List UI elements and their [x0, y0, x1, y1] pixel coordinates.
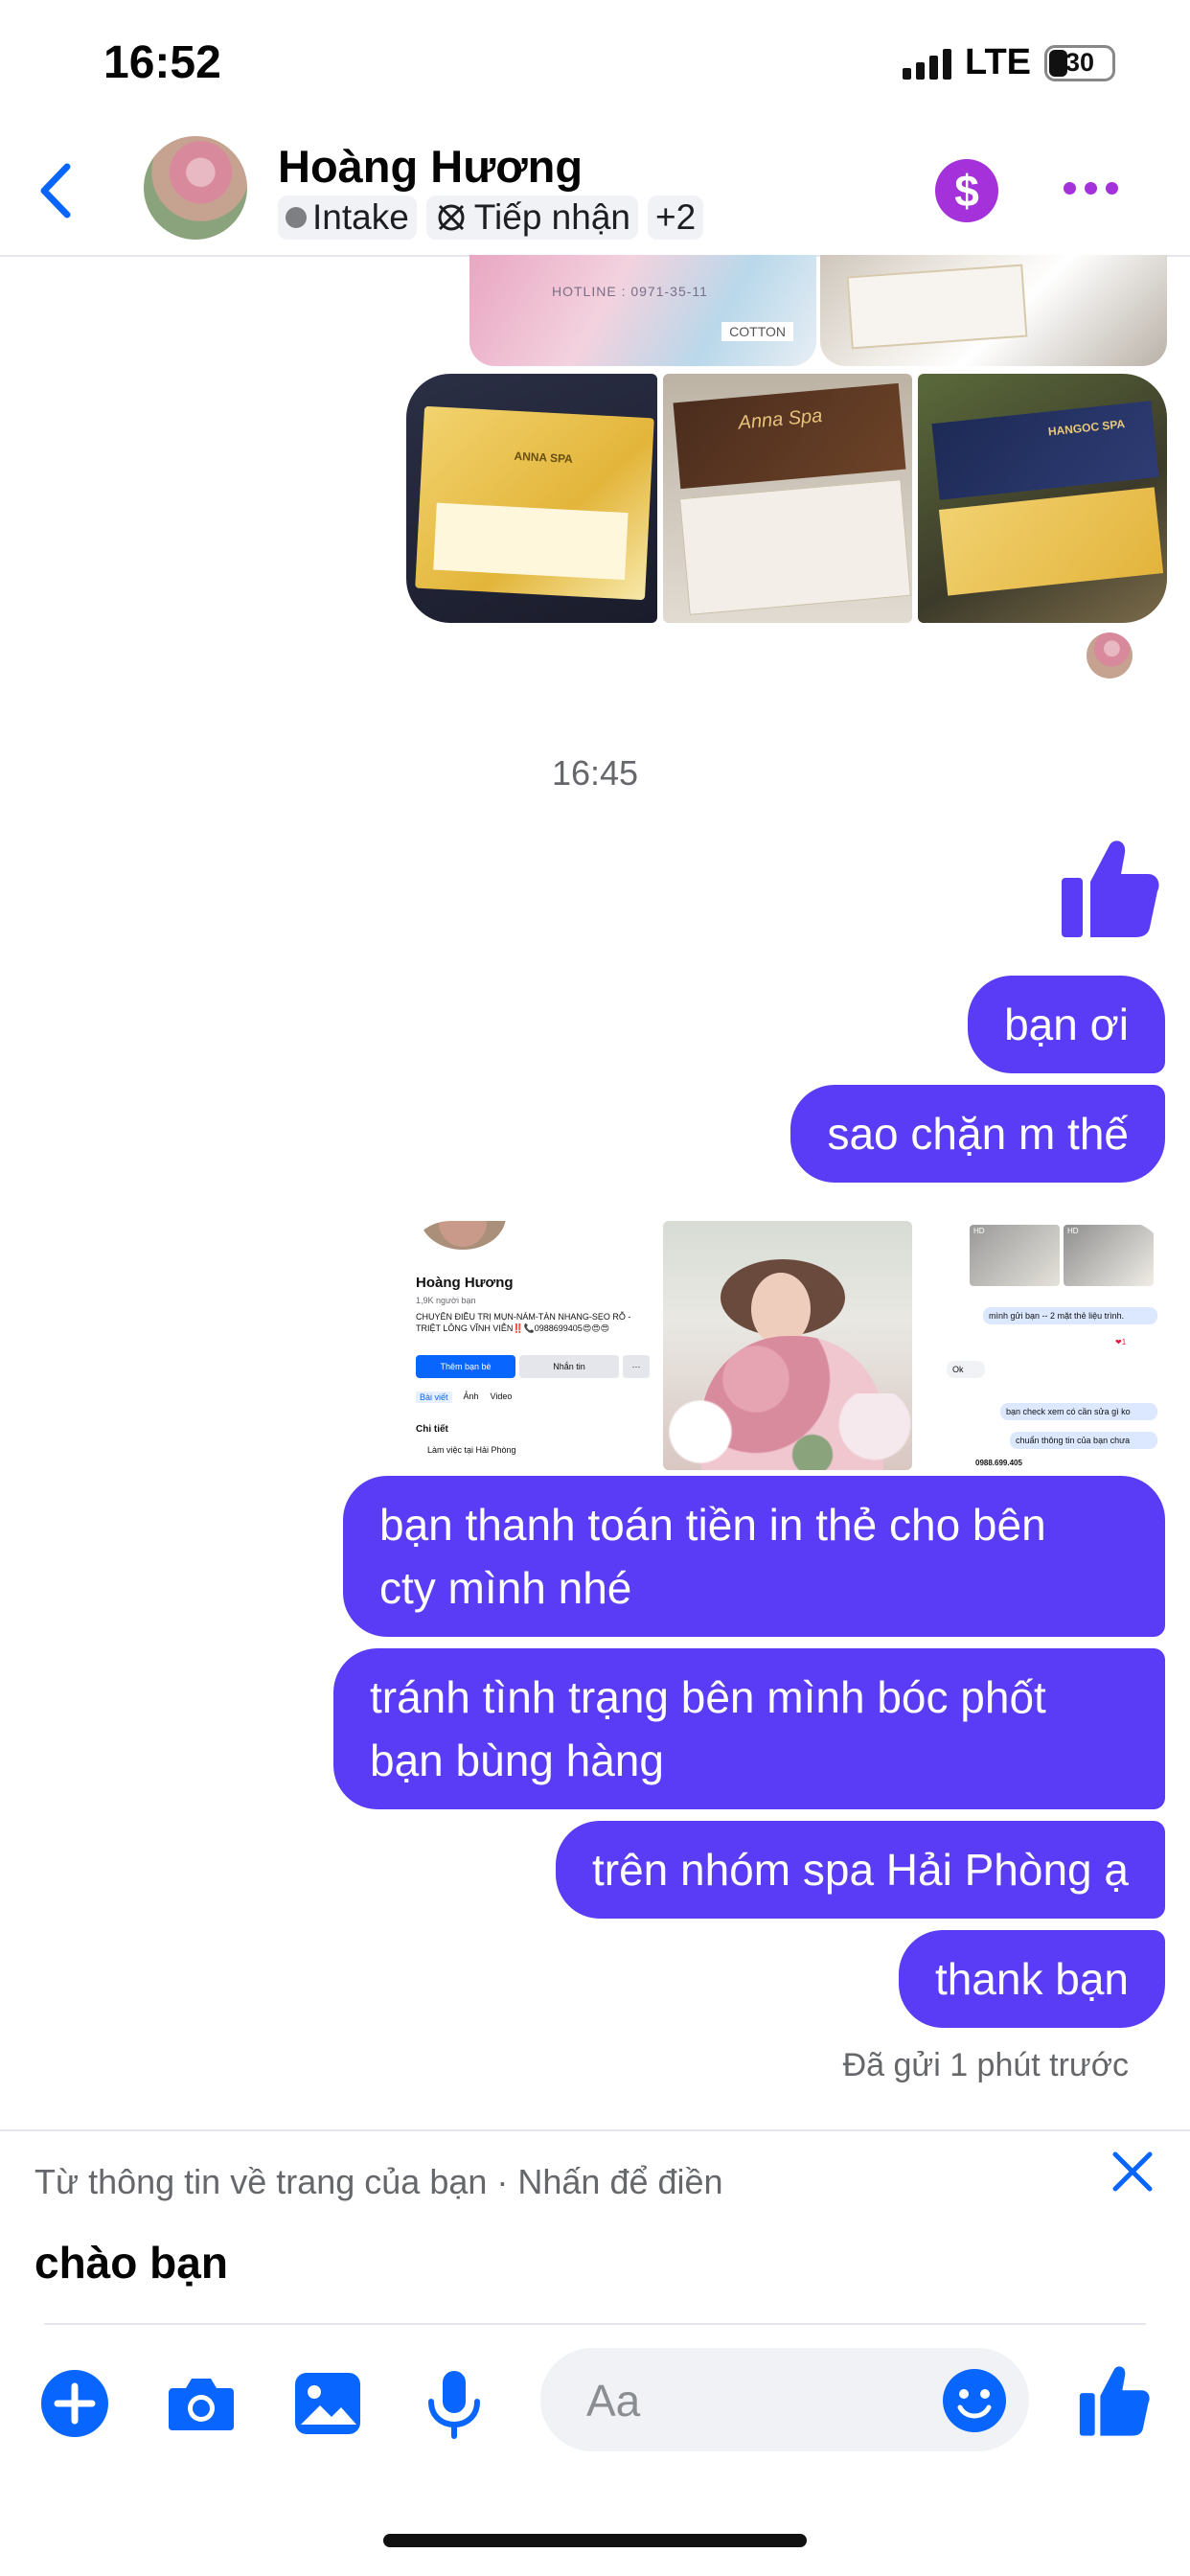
- card-shape: ANNA SPA: [415, 405, 654, 601]
- microphone-icon[interactable]: [418, 2367, 491, 2440]
- profile-tabs: Bài viết Ảnh Video: [416, 1392, 512, 1403]
- status-time: 16:52: [103, 37, 221, 88]
- chat-bubble-out: bạn check xem có cần sửa gì ko: [1000, 1403, 1157, 1420]
- profile-screenshot-photo[interactable]: Hoàng Hương 1,9K người bạn CHUYÊN ĐIỀU T…: [406, 1221, 657, 1470]
- plus-icon[interactable]: [38, 2367, 111, 2440]
- profile-name: Hoàng Hương: [416, 1275, 514, 1291]
- message-bubble[interactable]: bạn ơi: [968, 976, 1165, 1073]
- home-indicator: [383, 2534, 807, 2547]
- contact-name[interactable]: Hoàng Hương: [278, 140, 583, 193]
- photo-caption: Anna Spa: [737, 404, 824, 434]
- tag-label: Tiếp nhận: [473, 197, 630, 237]
- card-shape: Anna Spa: [673, 382, 906, 490]
- card-shape: HANGOC SPA: [931, 401, 1159, 500]
- message-bubble[interactable]: trên nhóm spa Hải Phòng ạ: [555, 1821, 1165, 1919]
- signal-icon: [903, 47, 952, 80]
- tag-intake[interactable]: Intake: [278, 196, 417, 240]
- more-button: ···: [623, 1355, 650, 1378]
- profile-tab: Ảnh: [463, 1392, 479, 1401]
- shared-photo[interactable]: HOTLINE : 0971-35-11 COTTON: [469, 255, 816, 366]
- add-friend-button: Thêm bạn bè: [416, 1355, 515, 1378]
- battery-level: 30: [1064, 48, 1095, 77]
- button-label: Nhắn tin: [553, 1362, 585, 1371]
- chat-text: bạn check xem có cần sửa gì ko: [1006, 1407, 1131, 1416]
- profile-bio: CHUYÊN ĐIỀU TRỊ MỤN-NÁM-TÀN NHANG-SẸO RỖ…: [416, 1312, 631, 1333]
- thumbs-up-icon[interactable]: [1058, 836, 1159, 941]
- shared-photo[interactable]: HANGOC SPA: [918, 374, 1167, 623]
- preview-card: HD: [970, 1225, 1060, 1286]
- suggested-reply[interactable]: chào bạn: [34, 2237, 228, 2288]
- close-icon[interactable]: [1106, 2145, 1159, 2198]
- contact-avatar[interactable]: [144, 136, 247, 240]
- photo-caption: ANNA SPA: [514, 448, 574, 467]
- card-shape: [846, 264, 1028, 350]
- emoji-icon[interactable]: [941, 2367, 1008, 2434]
- shared-photo[interactable]: Anna Spa: [663, 374, 912, 623]
- chat-phone: 0988.699.405: [975, 1459, 1022, 1467]
- profile-work: Làm việc tại Hải Phòng: [427, 1445, 516, 1455]
- profile-tab: Bài viết: [416, 1392, 452, 1403]
- profile-portrait-photo[interactable]: [663, 1221, 912, 1470]
- chat-bubble-out: chuẩn thông tin của bạn chưa: [1010, 1432, 1157, 1449]
- sent-status: Đã gửi 1 phút trước: [842, 2047, 1129, 2083]
- chat-bubble-out: mình gửi bạn -- 2 mặt thẻ liệu trình.: [983, 1307, 1157, 1324]
- tag-tiep-nhan[interactable]: Tiếp nhận: [425, 196, 638, 240]
- thumbs-up-icon[interactable]: [1077, 2361, 1150, 2440]
- shared-photo[interactable]: ANNA SPA: [406, 374, 657, 623]
- message-input-placeholder: Aa: [586, 2376, 641, 2426]
- chat-text: mình gửi bạn -- 2 mặt thẻ liệu trình.: [989, 1311, 1125, 1321]
- reaction: ❤1: [1115, 1338, 1127, 1346]
- profile-friends: 1,9K người bạn: [416, 1296, 476, 1305]
- contact-tags: Intake Tiếp nhận +2: [278, 196, 704, 240]
- card-table: [938, 487, 1164, 596]
- message-bubble[interactable]: thank bạn: [898, 1930, 1165, 2028]
- profile-avatar: [420, 1221, 506, 1250]
- back-chevron-icon[interactable]: [29, 157, 86, 224]
- payment-dollar-button[interactable]: $: [935, 159, 998, 222]
- portrait-face: [751, 1273, 811, 1346]
- gallery-icon[interactable]: [291, 2367, 364, 2440]
- photo-caption: HANGOC SPA: [1047, 417, 1126, 439]
- tag-label: Intake: [312, 197, 409, 237]
- suggestion-panel: [0, 2129, 1190, 2329]
- chat-text: chuẩn thông tin của bạn chưa: [1016, 1436, 1131, 1445]
- message-bubble[interactable]: tránh tình trạng bên mình bóc phốt bạn b…: [333, 1648, 1165, 1809]
- profile-tab: Video: [490, 1392, 513, 1401]
- message-bubble[interactable]: sao chặn m thế: [790, 1085, 1165, 1183]
- divider: [44, 2323, 1146, 2325]
- profile-details-title: Chi tiết: [416, 1424, 448, 1435]
- battery-icon: 30: [1044, 44, 1115, 81]
- photo-caption: COTTON: [721, 322, 793, 341]
- card-table: [433, 502, 629, 581]
- shared-photo[interactable]: [820, 255, 1167, 366]
- preview-card: HD: [1064, 1225, 1154, 1286]
- more-options-icon[interactable]: [1064, 182, 1118, 195]
- message-bubble[interactable]: bạn thanh toán tiền in thẻ cho bên cty m…: [343, 1476, 1165, 1637]
- network-label: LTE: [965, 42, 1031, 82]
- status-indicators: LTE 30: [903, 42, 1115, 83]
- seen-avatar: [1087, 632, 1133, 678]
- tag-icon: [438, 204, 465, 231]
- chat-bubble-in: Ok: [947, 1361, 985, 1378]
- message-timestamp: 16:45: [551, 753, 639, 793]
- camera-icon[interactable]: [165, 2367, 238, 2440]
- tag-more[interactable]: +2: [648, 196, 704, 240]
- status-dot-icon: [286, 207, 307, 228]
- message-button: Nhắn tin: [519, 1355, 619, 1378]
- chat-screenshot-photo[interactable]: HD HD mình gửi bạn -- 2 mặt thẻ liệu trì…: [918, 1221, 1167, 1470]
- flowers: [663, 1393, 912, 1470]
- suggestion-hint: Từ thông tin về trang của bạn · Nhấn để …: [34, 2162, 723, 2201]
- hd-label: HD: [973, 1227, 985, 1235]
- card-table: [679, 479, 911, 615]
- hd-label: HD: [1067, 1227, 1079, 1235]
- chat-text: Ok: [952, 1365, 964, 1374]
- button-label: Thêm bạn bè: [440, 1362, 492, 1371]
- photo-caption: HOTLINE : 0971-35-11: [552, 284, 708, 299]
